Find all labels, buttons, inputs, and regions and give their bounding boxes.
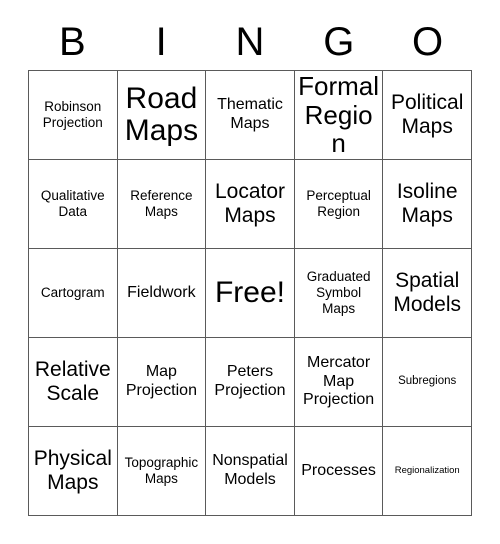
bingo-cell-label: Physical Maps <box>33 447 112 494</box>
bingo-cell-label: Topographic Maps <box>124 455 199 486</box>
bingo-cell-label: Political Maps <box>391 91 464 138</box>
bingo-cell[interactable]: Perceptual Region <box>294 160 384 249</box>
bingo-cell[interactable]: Spatial Models <box>383 249 472 338</box>
header-letter-n: N <box>235 20 265 64</box>
bingo-grid: Robinson Projection Road Maps Thematic Map… <box>28 70 472 516</box>
bingo-cell[interactable]: Map Projection <box>117 338 207 427</box>
bingo-cell-label: Fieldwork <box>127 283 196 301</box>
bingo-cell-label: Free! <box>214 275 285 309</box>
bingo-cell[interactable]: Road Maps <box>117 71 207 160</box>
bingo-cell[interactable]: Fieldwork <box>117 249 207 338</box>
bingo-cell[interactable]: Physical Maps <box>29 427 118 516</box>
bingo-cell-label: Formal Region <box>298 71 380 159</box>
bingo-cell[interactable]: Nonspatial Models <box>206 427 295 516</box>
bingo-cell[interactable]: Subregions <box>383 338 472 427</box>
header-letter-i: I <box>155 20 167 64</box>
bingo-cell[interactable]: Regionalization <box>383 427 472 516</box>
bingo-cell[interactable]: Peters Projection <box>206 338 295 427</box>
header-letter-o: O <box>412 20 444 64</box>
bingo-cell-label: Robinson Projection <box>42 99 103 130</box>
bingo-cell-label: Subregions <box>398 375 457 388</box>
bingo-cell-label: Peters Projection <box>214 363 286 399</box>
bingo-cell[interactable]: Political Maps <box>383 71 472 160</box>
bingo-cell[interactable]: Isoline Maps <box>383 160 472 249</box>
bingo-cell[interactable]: Relative Scale <box>29 338 118 427</box>
bingo-cell-label: Reference Maps <box>130 188 193 219</box>
bingo-card: B I N G O Robinson Projection Road Maps Th… <box>0 0 500 544</box>
header-letter-b: B <box>59 20 86 64</box>
bingo-cell[interactable]: Cartogram <box>29 249 118 338</box>
bingo-cell-label: Spatial Models <box>393 269 462 316</box>
bingo-cell[interactable]: Reference Maps <box>117 160 207 249</box>
bingo-cell[interactable]: Formal Region <box>294 71 384 160</box>
bingo-cell-label: Cartogram <box>40 285 105 301</box>
bingo-cell-label: Graduated Symbol Maps <box>306 269 371 316</box>
bingo-header: B I N G O <box>28 16 472 68</box>
bingo-cell[interactable]: Thematic Maps <box>206 71 295 160</box>
bingo-cell[interactable]: Processes <box>294 427 384 516</box>
bingo-cell-label: Thematic Maps <box>217 96 283 132</box>
bingo-cell-label: Road Maps <box>124 81 199 147</box>
bingo-cell-label: Perceptual Region <box>306 188 371 219</box>
bingo-cell-label: Regionalization <box>394 465 460 477</box>
bingo-cell[interactable]: Free! <box>206 249 295 338</box>
bingo-cell[interactable]: Mercator Map Projection <box>294 338 384 427</box>
bingo-cell[interactable]: Robinson Projection <box>29 71 118 160</box>
bingo-cell[interactable]: Graduated Symbol Maps <box>294 249 384 338</box>
bingo-cell-label: Isoline Maps <box>396 180 458 227</box>
bingo-cell-label: Map Projection <box>125 363 197 399</box>
bingo-cell[interactable]: Topographic Maps <box>117 427 207 516</box>
bingo-cell-label: Mercator Map Projection <box>303 354 375 409</box>
header-letter-g: G <box>323 20 355 64</box>
bingo-cell-label: Processes <box>301 461 376 479</box>
bingo-cell-label: Qualitative Data <box>40 188 105 219</box>
bingo-cell-label: Nonspatial Models <box>212 452 288 488</box>
bingo-cell[interactable]: Qualitative Data <box>29 160 118 249</box>
bingo-cell-label: Locator Maps <box>214 180 286 227</box>
bingo-cell[interactable]: Locator Maps <box>206 160 295 249</box>
bingo-cell-label: Relative Scale <box>34 358 111 405</box>
